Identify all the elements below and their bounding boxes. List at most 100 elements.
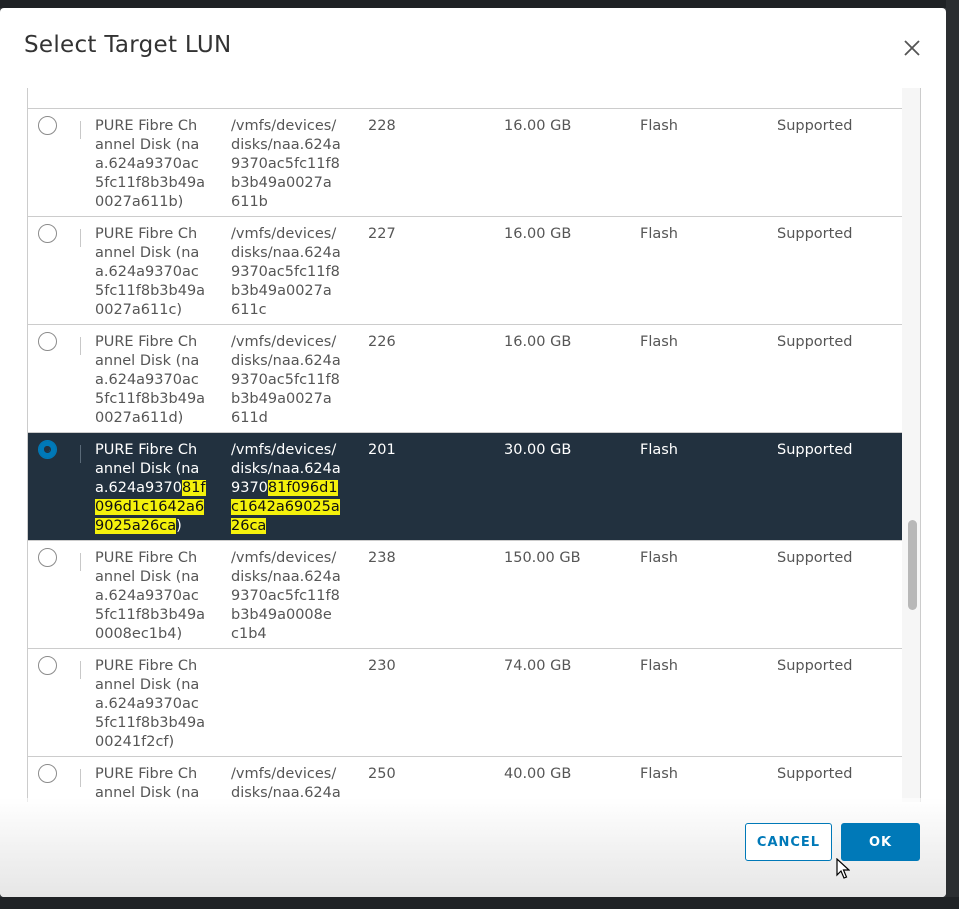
cell-lun: 228 (368, 118, 396, 134)
cell-line: 5fc11f8b3b49a (95, 283, 206, 299)
row-radio-button[interactable] (38, 224, 57, 243)
cell-line: annel Disk (na (95, 353, 200, 369)
cell-line: 00241f2cf) (95, 734, 175, 750)
column-divider (80, 553, 81, 571)
cell-name: PURE Fibre Ch annel Disk (na a.624a9370ac 5… (95, 549, 217, 644)
cell-line: a.624a9370ac (95, 264, 199, 280)
cell-hardware-acceleration: Supported (777, 226, 853, 242)
cell-line: disks/naa.624a (231, 245, 341, 261)
cell-line: PURE Fibre Ch (95, 118, 198, 134)
table-row[interactable]: PURE Fibre Ch annel Disk (na a.624a9370ac 5… (28, 217, 902, 325)
cell-line: 611b (231, 194, 268, 210)
table-row[interactable]: PURE Fibre Ch annel Disk (na a.624a937081f… (28, 433, 902, 541)
cell-line: /vmfs/devices/ (231, 226, 337, 242)
table-row[interactable]: 0027a611a)611a (28, 88, 902, 109)
cell-line: disks/naa.624a (231, 569, 341, 585)
row-radio-button[interactable] (38, 656, 57, 675)
cell-line: /vmfs/devices/ (231, 550, 337, 566)
search-highlight: c1642a69025a (231, 499, 340, 515)
row-radio-button[interactable] (38, 764, 57, 783)
cell-line: 5fc11f8b3b49a (95, 175, 206, 191)
cell-drive-type: Flash (640, 766, 678, 782)
lun-rows: 0027a611a)611aPURE Fibre Channel Disk (n… (28, 88, 902, 802)
cell-line: PURE Fibre Ch (95, 442, 198, 458)
cell-line: annel Disk (na (95, 677, 200, 693)
table-row[interactable]: PURE Fibre Ch annel Disk (na a.624a9370ac 5… (28, 325, 902, 433)
table-row[interactable]: PURE Fibre Ch annel Disk (na a.624a9370ac 5… (28, 649, 902, 757)
cell-line: /vmfs/devices/ (231, 118, 337, 134)
row-radio-button[interactable] (38, 548, 57, 567)
cell-line: a.624a9370ac (95, 696, 199, 712)
row-select-cell (38, 548, 58, 568)
search-highlight: 81f (181, 480, 206, 496)
cell-line: annel Disk (na (95, 461, 200, 477)
cell-line: annel Disk (na (95, 245, 200, 261)
cell-name: PURE Fibre Ch annel Disk (na a.624a9370ac 5… (95, 225, 217, 320)
cell-lun: 201 (368, 442, 396, 458)
table-row[interactable]: PURE Fibre Ch annel Disk (na/vmfs/devices… (28, 757, 902, 802)
column-divider (80, 121, 81, 139)
row-select-cell (38, 332, 58, 352)
cell-line: 0027a611b) (95, 194, 184, 210)
cell-line: a.624a9370ac (95, 156, 199, 172)
ok-button[interactable]: OK (841, 823, 920, 861)
cell-capacity: 40.00 GB (504, 766, 572, 782)
cell-path: /vmfs/devices/disks/naa.624a 9370ac5fc11f… (231, 333, 353, 428)
cell-path: /vmfs/devices/disks/naa.624a 9370ac5fc11f… (231, 549, 353, 644)
search-highlight: 26ca (231, 518, 267, 534)
cell-line: 5fc11f8b3b49a (95, 607, 206, 623)
column-divider (80, 445, 81, 463)
cell-line: PURE Fibre Ch (95, 226, 198, 242)
cell-name: PURE Fibre Ch annel Disk (na a.624a937081f… (95, 441, 217, 536)
cell-path: /vmfs/devices/disks/naa.624a 9370ac5fc11f… (231, 117, 353, 212)
cell-line: 0008ec1b4) (95, 626, 183, 642)
cell-line: PURE Fibre Ch (95, 658, 198, 674)
cell-name: PURE Fibre Ch annel Disk (na a.624a9370ac 5… (95, 333, 217, 428)
table-row[interactable]: PURE Fibre Ch annel Disk (na a.624a9370ac 5… (28, 541, 902, 649)
cell-line: 26ca (231, 517, 353, 536)
row-radio-button[interactable] (38, 440, 57, 459)
cell-capacity: 150.00 GB (504, 550, 581, 566)
cell-line: 5fc11f8b3b49a (95, 391, 206, 407)
cell-hardware-acceleration: Supported (777, 442, 853, 458)
table-row[interactable]: PURE Fibre Ch annel Disk (na a.624a9370ac 5… (28, 109, 902, 217)
cell-capacity: 30.00 GB (504, 442, 572, 458)
cell-capacity: 16.00 GB (504, 118, 572, 134)
select-target-lun-dialog: Select Target LUN 0027a611a)611a PURE Fib… (0, 8, 946, 897)
dialog-title: Select Target LUN (24, 32, 232, 58)
cancel-button[interactable]: CANCEL (745, 823, 832, 861)
cell-line: 9025a26ca) (95, 517, 217, 536)
row-radio-button[interactable] (38, 332, 57, 351)
close-icon (904, 40, 920, 56)
cell-path: /vmfs/devices/disks/naa.624a 9370ac5fc11f… (231, 225, 353, 320)
cell-hardware-acceleration: Supported (777, 334, 853, 350)
cell-line: PURE Fibre Ch (95, 550, 198, 566)
cell-name: PURE Fibre Ch annel Disk (na a.624a9370ac 5… (95, 117, 217, 212)
search-highlight: 9025a26ca (95, 518, 177, 534)
cell-line: c1642a69025a (231, 498, 353, 517)
scrollbar-track[interactable] (902, 88, 920, 802)
search-highlight: 81f096d1 (267, 480, 338, 496)
cell-hardware-acceleration: Supported (777, 118, 853, 134)
close-button[interactable] (900, 36, 924, 60)
cell-capacity: 16.00 GB (504, 334, 572, 350)
row-radio-button[interactable] (38, 116, 57, 135)
row-select-cell (38, 764, 58, 784)
column-divider (80, 769, 81, 787)
cell-hardware-acceleration: Supported (777, 766, 853, 782)
cell-drive-type: Flash (640, 226, 678, 242)
cell-line: b3b49a0027a (231, 283, 332, 299)
cell-line: annel Disk (na (95, 137, 200, 153)
cell-lun: 238 (368, 550, 396, 566)
column-divider (80, 661, 81, 679)
cell-drive-type: Flash (640, 658, 678, 674)
cell-line: /vmfs/devices/ (231, 442, 337, 458)
row-select-cell (38, 224, 58, 244)
cell-line: b3b49a0008e (231, 607, 332, 623)
cell-line: a.624a9370ac (95, 588, 199, 604)
cell-line: 937081f096d1 (231, 479, 353, 498)
cell-lun: 250 (368, 766, 396, 782)
cell-lun: 227 (368, 226, 396, 242)
row-select-cell (38, 656, 58, 676)
scrollbar-thumb[interactable] (908, 520, 917, 610)
